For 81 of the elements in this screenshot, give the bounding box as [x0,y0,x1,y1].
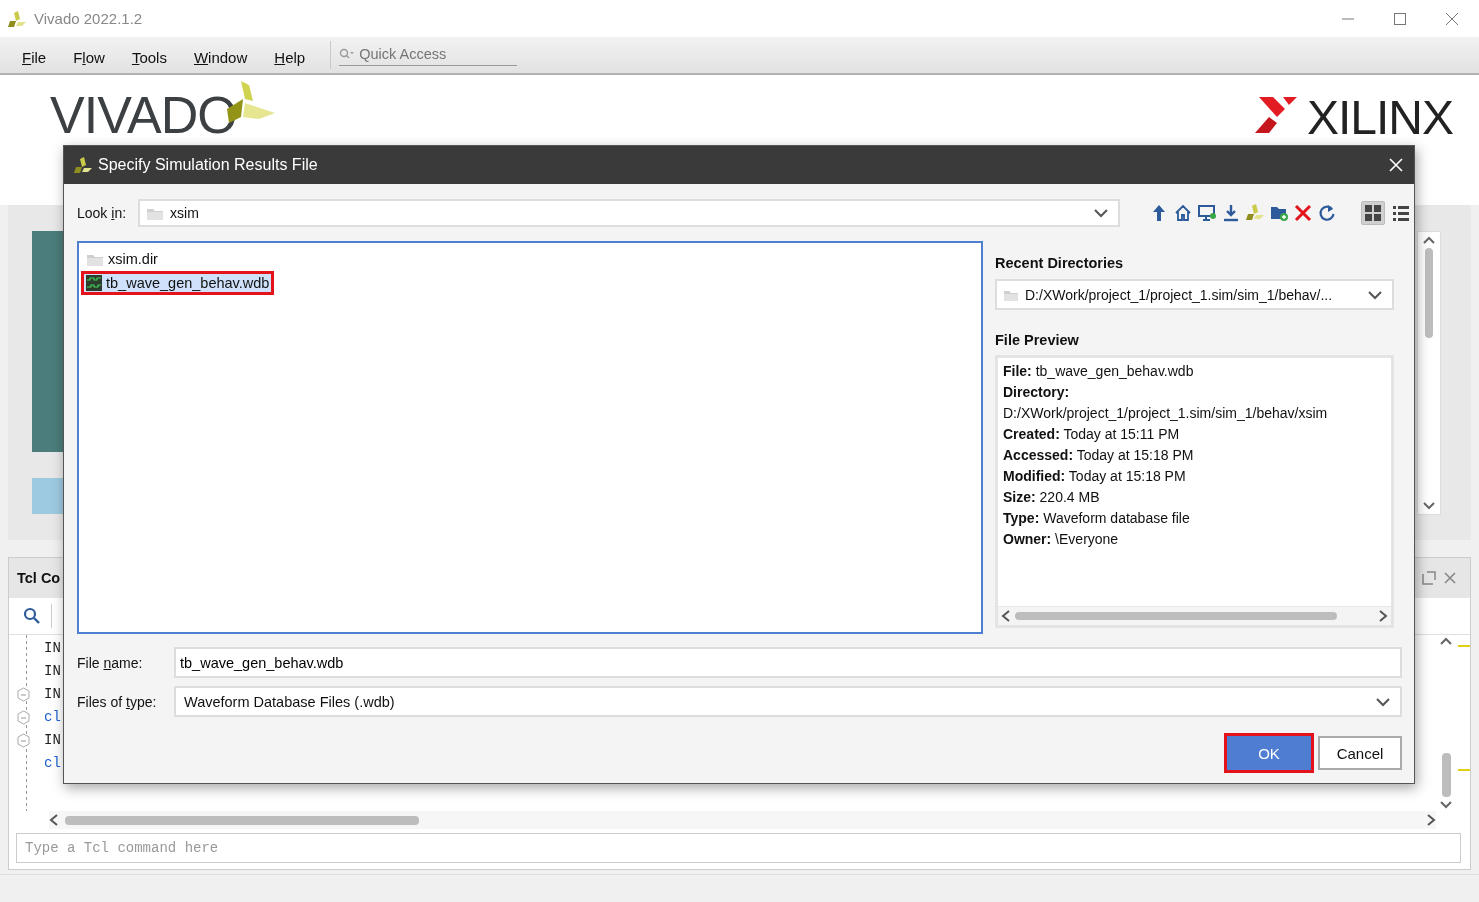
log-line: IN [44,731,61,750]
horizontal-scrollbar[interactable] [998,606,1391,625]
marker-line [1458,645,1470,647]
preview-line: Created: Today at 15:11 PM [1003,425,1181,444]
delete-icon[interactable] [1294,204,1313,222]
menu-item[interactable]: Window [184,48,257,66]
dialog-title: Specify Simulation Results File [98,156,318,174]
collapse-icon[interactable] [16,687,30,702]
chevron-up-icon [1423,236,1435,244]
search-icon [339,47,356,60]
file-type-dropdown[interactable]: Waveform Database Files (.wdb) [174,686,1402,717]
tcl-command-field[interactable]: Type a Tcl command here [16,833,1461,863]
chevron-down-icon [1376,696,1390,707]
app-logo-icon [74,157,92,173]
horizontal-scrollbar[interactable] [49,811,1436,829]
menu-item[interactable]: Help [265,48,315,66]
chevron-left-icon [1001,610,1011,622]
cancel-button[interactable]: Cancel [1318,736,1402,770]
section-label: File Preview [995,332,1080,348]
log-line: cl [44,708,61,727]
chevron-down-icon [1368,289,1382,300]
recent-directories-dropdown[interactable]: D:/XWork/project_1/project_1.sim/sim_1/behav/... [995,279,1394,310]
section-label: Recent Directories [995,255,1125,271]
chevron-down-icon [1094,208,1109,218]
scrollbar-thumb[interactable] [65,815,419,825]
panel-block [32,478,63,514]
chevron-left-icon [49,814,59,826]
vivado-icon[interactable] [1246,204,1265,222]
quick-access-field[interactable]: Quick Access [359,45,510,62]
company-logo-icon [1254,97,1297,133]
app-logo-icon [8,10,26,27]
menu-item[interactable]: Flow [64,48,114,66]
collapse-icon[interactable] [16,733,30,748]
desktop-icon[interactable] [1198,204,1217,222]
chevron-down-icon [1440,801,1452,809]
chevron-up-icon [1440,637,1452,645]
preview-line: Accessed: Today at 15:18 PM [1003,446,1195,465]
vertical-scrollbar[interactable] [1438,635,1454,811]
preview-line: Owner: \Everyone [1003,530,1120,549]
chevron-right-icon [1378,610,1388,622]
home-icon[interactable] [1174,204,1193,222]
file-entry[interactable]: tb_wave_gen_behav.wdb [83,273,273,293]
chevron-right-icon [1426,814,1436,826]
search-icon[interactable] [23,607,41,625]
preview-line: Size: 220.4 MB [1003,488,1101,507]
log-line: IN [44,662,61,681]
file-name-label: File name: [77,654,144,671]
waveform-file-icon [86,275,102,291]
preview-line: File: tb_wave_gen_behav.wdb [1003,362,1195,381]
file-type-label: Files of type: [77,693,158,710]
menu-item[interactable]: Tools [122,48,176,66]
panel-title: Tcl Co [17,570,61,586]
chevron-down-icon [1423,502,1435,510]
preview-line: Directory: [1003,383,1071,402]
refresh-icon[interactable] [1318,204,1337,222]
menu-item[interactable]: File [13,48,56,66]
scrollbar-thumb[interactable] [1425,248,1433,338]
look-in-label: Look in: [77,205,127,221]
preview-line: Modified: Today at 15:18 PM [1003,467,1187,486]
maximize-icon[interactable] [1393,11,1407,26]
product-logo: VIVADO [50,87,237,143]
preview-line: Type: Waveform database file [1003,509,1191,528]
look-in-dropdown[interactable]: xsim [138,199,1121,227]
file-name-field[interactable]: tb_wave_gen_behav.wdb [174,647,1402,678]
download-icon[interactable] [1222,204,1241,222]
new-folder-icon[interactable] [1270,204,1289,222]
log-line: IN [44,639,61,658]
window-title: Vivado 2022.1.2 [34,10,143,27]
directory-entry[interactable]: xsim.dir [83,249,161,269]
collapse-icon[interactable] [16,710,30,725]
log-line: cl [44,754,61,773]
log-line: IN [44,685,61,704]
vertical-scrollbar[interactable] [1417,231,1441,515]
scrollbar-thumb[interactable] [1015,612,1337,620]
company-logo: XILINX [1306,93,1453,143]
marker-line [1458,769,1470,771]
preview-line: D:/XWork/project_1/project_1.sim/sim_1/behav/xsim [1003,404,1329,423]
scrollbar-thumb[interactable] [1441,753,1451,797]
float-window-icon[interactable] [1422,571,1436,585]
grid-view-toggle[interactable] [1362,202,1385,224]
ok-button[interactable]: OK [1227,736,1311,770]
